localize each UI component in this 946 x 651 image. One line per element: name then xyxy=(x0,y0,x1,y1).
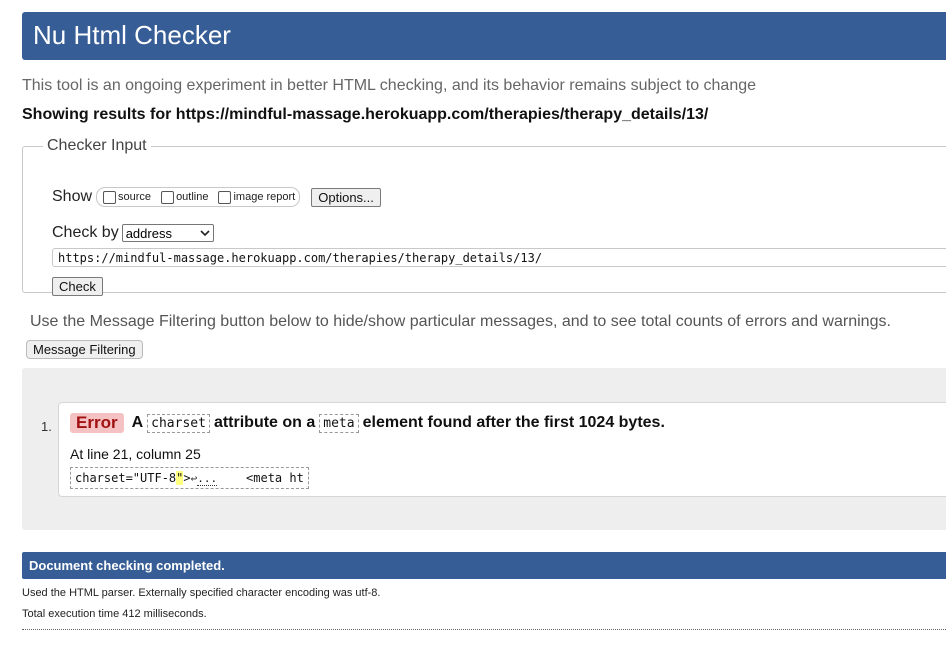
intro-text: This tool is an ongoing experiment in be… xyxy=(22,77,757,94)
filter-hint-text: Use the Message Filtering button below t… xyxy=(30,313,891,330)
source-label: source xyxy=(118,191,152,203)
outline-checkbox[interactable] xyxy=(161,190,175,204)
page-title: Nu Html Checker xyxy=(33,20,231,50)
check-button[interactable]: Check xyxy=(52,277,103,296)
check-by-row: Check by address xyxy=(52,224,214,242)
show-options-group: source outline image report xyxy=(96,187,301,207)
image-report-checkbox[interactable] xyxy=(218,190,232,204)
error-message: Error A charset attribute on a meta elem… xyxy=(58,402,946,497)
footer-divider xyxy=(22,629,946,630)
extract-tail: <meta ht xyxy=(217,471,304,485)
showing-results-heading: Showing results for https://mindful-mass… xyxy=(22,106,709,123)
show-outline-option[interactable]: outline xyxy=(159,190,209,204)
outline-label: outline xyxy=(176,191,209,203)
completion-text: Document checking completed. xyxy=(29,558,225,573)
message-location[interactable]: At line 21, column 25 xyxy=(70,446,201,462)
extract-after: > xyxy=(183,471,191,485)
source-checkbox[interactable] xyxy=(103,190,117,204)
message-number: 1. xyxy=(41,419,52,434)
message-text-a: A xyxy=(131,414,144,431)
check-by-label: Check by xyxy=(52,224,119,241)
source-extract: charset="UTF-8">↩... <meta ht xyxy=(70,467,309,489)
error-badge: Error xyxy=(70,413,124,433)
show-row: Show source outline image report Options… xyxy=(52,185,381,209)
message-text-c: element found after the first 1024 bytes… xyxy=(362,414,665,431)
execution-time: Total execution time 412 milliseconds. xyxy=(22,608,207,620)
message-text-b: attribute on a xyxy=(213,414,316,431)
show-image-report-option[interactable]: image report xyxy=(216,190,296,204)
message-filtering-button[interactable]: Message Filtering xyxy=(26,340,143,359)
extract-before: charset="UTF-8 xyxy=(75,471,177,485)
options-button[interactable]: Options... xyxy=(311,187,381,207)
url-input[interactable]: https://mindful-massage.herokuapp.com/th… xyxy=(52,248,946,267)
checker-input-panel: Checker Input Show source outline image … xyxy=(22,137,946,296)
check-by-select[interactable]: address xyxy=(121,224,214,242)
code-meta: meta xyxy=(319,413,359,433)
show-label: Show xyxy=(52,188,93,205)
results-panel: 1. Error A charset attribute on a meta e… xyxy=(22,368,946,530)
message-title: Error A charset attribute on a meta elem… xyxy=(70,413,665,433)
completion-bar: Document checking completed. xyxy=(22,552,946,579)
parser-info: Used the HTML parser. Externally specifi… xyxy=(22,587,381,599)
checker-input-legend: Checker Input xyxy=(47,137,147,154)
app-header: Nu Html Checker xyxy=(22,12,946,60)
check-by-value: address xyxy=(125,225,172,241)
chevron-down-icon xyxy=(200,230,210,236)
show-source-option[interactable]: source xyxy=(101,190,152,204)
code-charset: charset xyxy=(147,413,210,433)
image-report-label: image report xyxy=(233,191,296,203)
extract-dots: ... xyxy=(197,472,218,486)
